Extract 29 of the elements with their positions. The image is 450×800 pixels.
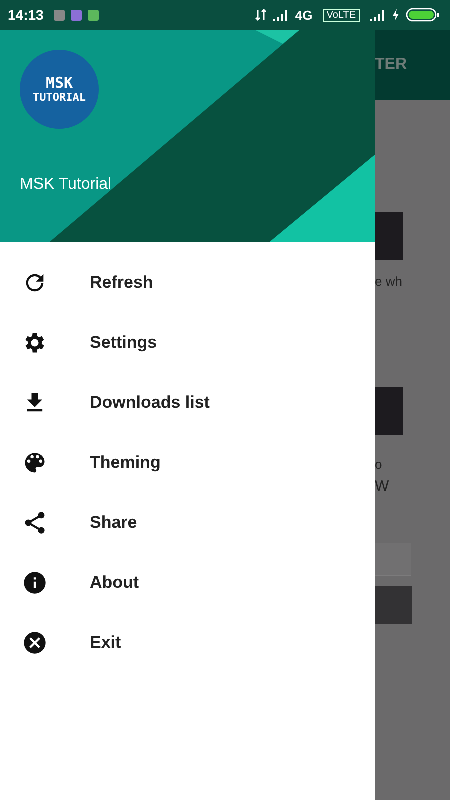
drawer-title: MSK Tutorial <box>20 176 113 194</box>
dimmed-text: W <box>375 478 390 495</box>
dimmed-card <box>375 387 403 435</box>
dimmed-text: o <box>375 457 382 472</box>
dimmed-text: e wh <box>375 274 402 289</box>
menu-item[interactable]: Refresh <box>0 253 375 313</box>
logo-text: TUTORIAL <box>33 91 86 104</box>
logo-text: MSK <box>46 75 74 91</box>
dimmed-card <box>375 212 403 260</box>
notification-icon <box>54 10 65 20</box>
menu-item[interactable]: Downloads list <box>0 373 375 433</box>
menu-item[interactable]: Theming <box>0 433 375 493</box>
charging-icon <box>392 9 400 21</box>
info-icon <box>22 570 48 596</box>
menu-item[interactable]: Settings <box>0 313 375 373</box>
signal-icon <box>273 9 290 21</box>
clock: 14:13 <box>8 7 44 23</box>
app-bar-title: TER <box>375 56 407 74</box>
battery-icon <box>406 8 440 22</box>
notification-icon <box>88 10 99 20</box>
data-arrows-icon <box>255 9 268 21</box>
close-icon <box>22 630 48 656</box>
notification-icon <box>70 10 82 20</box>
signal-icon <box>370 9 386 21</box>
menu-item[interactable]: Share <box>0 493 375 553</box>
volte-indicator: VoLTE <box>322 8 360 22</box>
menu-item[interactable]: About <box>0 553 375 613</box>
menu-item[interactable]: Exit <box>0 613 375 673</box>
network-type: 4G <box>295 8 313 22</box>
